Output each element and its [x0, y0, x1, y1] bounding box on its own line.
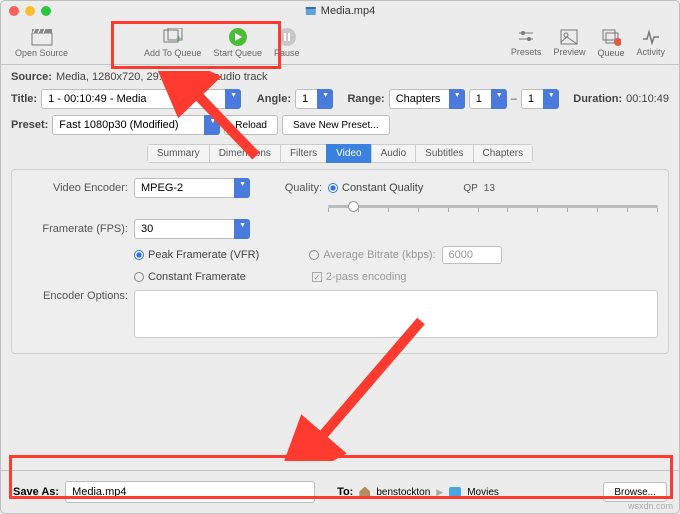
range-to-select[interactable]: 1	[521, 89, 559, 109]
tab-audio[interactable]: Audio	[371, 144, 416, 163]
preset-row: Preset: Fast 1080p30 (Modified) Reload S…	[11, 115, 669, 135]
play-icon	[229, 28, 247, 46]
toolbar-label: Start Queue	[213, 48, 262, 58]
peak-framerate-label: Peak Framerate (VFR)	[148, 249, 259, 261]
constant-quality-label: Constant Quality	[342, 182, 423, 194]
saveas-label: Save As:	[13, 486, 59, 498]
start-queue-button[interactable]: Start Queue	[213, 28, 262, 58]
add-to-queue-button[interactable]: + Add To Queue	[144, 28, 201, 58]
duration-label: Duration:	[573, 93, 622, 105]
save-new-preset-button[interactable]: Save New Preset...	[282, 115, 390, 135]
toolbar-label: Open Source	[15, 48, 68, 58]
tab-video[interactable]: Video	[326, 144, 370, 163]
source-value: Media, 1280x720, 29.97 FPS, 1 audio trac…	[56, 71, 268, 83]
toolbar-label: Preview	[553, 47, 585, 57]
crumb-folder[interactable]: Movies	[467, 487, 499, 498]
toolbar-label: Pause	[274, 48, 300, 58]
settings-tabs: Summary Dimensions Filters Video Audio S…	[147, 144, 533, 163]
clapperboard-icon	[31, 28, 53, 46]
title-row: Title: 1 - 00:10:49 - Media Angle: 1 Ran…	[11, 89, 669, 109]
constant-quality-radio[interactable]	[328, 183, 338, 193]
range-from-select[interactable]: 1	[469, 89, 507, 109]
angle-label: Angle:	[257, 93, 291, 105]
tab-summary[interactable]: Summary	[147, 144, 209, 163]
quality-label: Quality:	[274, 182, 328, 194]
presets-button[interactable]: Presets	[511, 29, 542, 57]
app-window: Media.mp4 Open Source + Add To Queue Sta…	[0, 0, 680, 514]
tab-subtitles[interactable]: Subtitles	[415, 144, 472, 163]
quality-slider[interactable]	[328, 205, 658, 212]
traffic-lights	[9, 6, 51, 16]
minimize-window-button[interactable]	[25, 6, 35, 16]
constant-framerate-radio[interactable]	[134, 272, 144, 282]
video-file-icon	[305, 5, 317, 17]
video-settings-panel: Video Encoder: MPEG-2 Quality: Constant …	[11, 169, 669, 354]
main-toolbar: Open Source + Add To Queue Start Queue P…	[1, 21, 679, 65]
range-label: Range:	[347, 93, 384, 105]
browse-button[interactable]: Browse...	[603, 482, 667, 502]
watermark: wsxdn.com	[628, 501, 673, 511]
average-bitrate-input	[442, 246, 502, 264]
encoder-options-input[interactable]	[134, 290, 658, 338]
source-row: Source: Media, 1280x720, 29.97 FPS, 1 au…	[11, 71, 669, 83]
open-source-button[interactable]: Open Source	[15, 28, 68, 58]
peak-framerate-radio[interactable]	[134, 250, 144, 260]
framerate-label: Framerate (FPS):	[22, 223, 134, 235]
framerate-select[interactable]: 30	[134, 219, 250, 239]
pause-icon	[278, 28, 296, 46]
pause-button[interactable]: Pause	[274, 28, 300, 58]
toolbar-label: Add To Queue	[144, 48, 201, 58]
home-folder-icon	[359, 487, 370, 498]
preset-select[interactable]: Fast 1080p30 (Modified)	[52, 115, 220, 135]
to-label: To:	[337, 486, 353, 498]
content-area: Source: Media, 1280x720, 29.97 FPS, 1 au…	[1, 65, 679, 470]
two-pass-checkbox: ✓	[312, 272, 322, 282]
toolbar-label: Queue	[597, 48, 624, 58]
duration-value: 00:10:49	[626, 93, 669, 105]
tab-filters[interactable]: Filters	[280, 144, 326, 163]
qp-label: QP	[463, 183, 477, 194]
saveas-input[interactable]	[65, 481, 315, 503]
toolbar-label: Activity	[636, 47, 665, 57]
preview-button[interactable]: Preview	[553, 29, 585, 57]
folder-icon	[449, 487, 461, 497]
title-label: Title:	[11, 93, 37, 105]
angle-select[interactable]: 1	[295, 89, 333, 109]
constant-framerate-label: Constant Framerate	[148, 271, 246, 283]
encoder-options-label: Encoder Options:	[22, 290, 134, 302]
close-window-button[interactable]	[9, 6, 19, 16]
pulse-icon	[642, 29, 660, 45]
average-bitrate-radio[interactable]	[309, 250, 319, 260]
tab-chapters[interactable]: Chapters	[473, 144, 534, 163]
toolbar-label: Presets	[511, 47, 542, 57]
crumb-user[interactable]: benstockton	[376, 487, 430, 498]
qp-value: 13	[484, 183, 495, 194]
activity-button[interactable]: Activity	[636, 29, 665, 57]
tab-dimensions[interactable]: Dimensions	[209, 144, 280, 163]
output-bar: Save As: To: benstockton ▶ Movies Browse…	[1, 470, 679, 513]
reload-preset-button[interactable]: Reload	[224, 115, 278, 135]
window-titlebar: Media.mp4	[1, 1, 679, 21]
window-title-text: Media.mp4	[321, 5, 375, 17]
add-picture-icon: +	[162, 28, 184, 46]
two-pass-label: 2-pass encoding	[326, 271, 407, 283]
average-bitrate-label: Average Bitrate (kbps):	[323, 249, 435, 261]
title-select[interactable]: 1 - 00:10:49 - Media	[41, 89, 241, 109]
svg-text:+: +	[176, 34, 182, 45]
source-label: Source:	[11, 71, 52, 83]
zoom-window-button[interactable]	[41, 6, 51, 16]
video-encoder-select[interactable]: MPEG-2	[134, 178, 250, 198]
video-encoder-label: Video Encoder:	[22, 182, 134, 194]
preset-label: Preset:	[11, 119, 48, 131]
sliders-icon	[517, 29, 535, 45]
crumb-separator: ▶	[436, 487, 443, 498]
range-sep: –	[511, 93, 517, 105]
window-title: Media.mp4	[305, 5, 375, 17]
queue-button[interactable]: Queue	[597, 28, 624, 58]
queue-stack-icon	[601, 28, 621, 46]
photo-icon	[560, 29, 578, 45]
range-type-select[interactable]: Chapters	[389, 89, 465, 109]
